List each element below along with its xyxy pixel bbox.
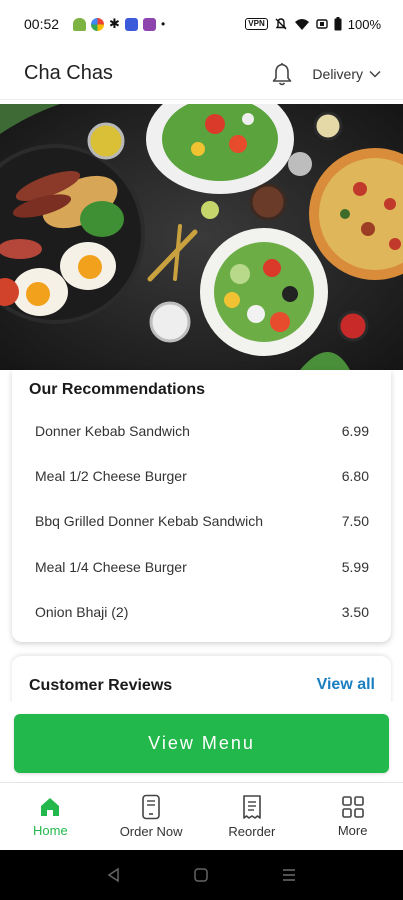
recommendation-item[interactable]: Meal 1/4 Cheese Burger 5.99: [35, 555, 369, 579]
item-price: 6.80: [341, 468, 369, 484]
android-icon: [73, 17, 87, 31]
item-price: 6.99: [341, 423, 369, 439]
recommendation-item[interactable]: Donner Kebab Sandwich 6.99: [35, 419, 369, 443]
chevron-down-icon: [369, 70, 381, 78]
nav-item-more[interactable]: More: [302, 783, 403, 850]
nav-label-home: Home: [33, 823, 68, 838]
nav-item-reorder[interactable]: Reorder: [202, 783, 303, 850]
status-bar: 00:52 ✱ • VPN 100%: [0, 0, 403, 48]
delivery-mode-selector[interactable]: Delivery: [312, 66, 381, 82]
item-name: Onion Bhaji (2): [35, 604, 129, 620]
more-notifications-icon: •: [160, 17, 166, 31]
nav-label-reorder: Reorder: [228, 824, 276, 839]
recommendation-item[interactable]: Onion Bhaji (2) 3.50: [35, 600, 369, 624]
recommendation-item[interactable]: Bbq Grilled Donner Kebab Sandwich 7.50: [35, 509, 369, 533]
recommendation-item[interactable]: Meal 1/2 Cheese Burger 6.80: [35, 464, 369, 488]
nav-label-order-now: Order Now: [119, 824, 183, 839]
view-menu-button[interactable]: View Menu: [14, 714, 389, 773]
wifi-icon: [294, 18, 309, 30]
status-time: 00:52: [24, 16, 60, 32]
app-notification-icon: [142, 17, 156, 31]
back-icon[interactable]: [106, 867, 122, 883]
nav-item-order-now[interactable]: Order Now: [101, 783, 202, 850]
cta-container: View Menu: [0, 702, 403, 782]
restaurant-name: Cha Chas: [24, 62, 113, 84]
phone-order-icon: [142, 794, 160, 820]
messenger-icon: [124, 17, 138, 31]
recommendations-card: Our Recommendations Donner Kebab Sandwic…: [12, 370, 391, 642]
delivery-label: Delivery: [312, 65, 363, 82]
nav-label-more: More: [337, 823, 368, 838]
reviews-title: Customer Reviews: [29, 677, 173, 694]
bottom-navigation: Home Order Now Reorder More: [0, 782, 403, 850]
item-price: 5.99: [341, 559, 369, 575]
item-price: 3.50: [341, 604, 369, 620]
item-name: Bbq Grilled Donner Kebab Sandwich: [35, 513, 264, 529]
mute-icon: [275, 18, 287, 30]
recommendations-title: Our Recommendations: [29, 381, 206, 398]
app-header: Cha Chas Delivery: [0, 48, 403, 100]
item-price: 7.50: [341, 513, 369, 529]
item-name: Meal 1/4 Cheese Burger: [35, 559, 187, 575]
vpn-icon: VPN: [245, 18, 268, 30]
battery-icon: [334, 17, 342, 31]
home-icon: [41, 798, 60, 816]
bell-icon[interactable]: [270, 61, 294, 87]
view-all-reviews-link[interactable]: View all: [317, 676, 375, 694]
item-name: Meal 1/2 Cheese Burger: [35, 468, 187, 484]
battery-saver-icon: [316, 19, 328, 29]
receipt-icon: [243, 795, 261, 819]
grid-icon: [341, 796, 364, 818]
recents-icon[interactable]: [281, 867, 297, 883]
photos-icon: [91, 17, 105, 31]
nav-item-home[interactable]: Home: [0, 783, 101, 850]
system-navigation-bar: [0, 850, 403, 900]
hero-food-image: [0, 104, 403, 370]
item-name: Donner Kebab Sandwich: [35, 423, 190, 439]
battery-percent: 100%: [347, 16, 381, 32]
settings-icon: ✱: [109, 16, 120, 31]
home-button-icon[interactable]: [193, 867, 209, 883]
